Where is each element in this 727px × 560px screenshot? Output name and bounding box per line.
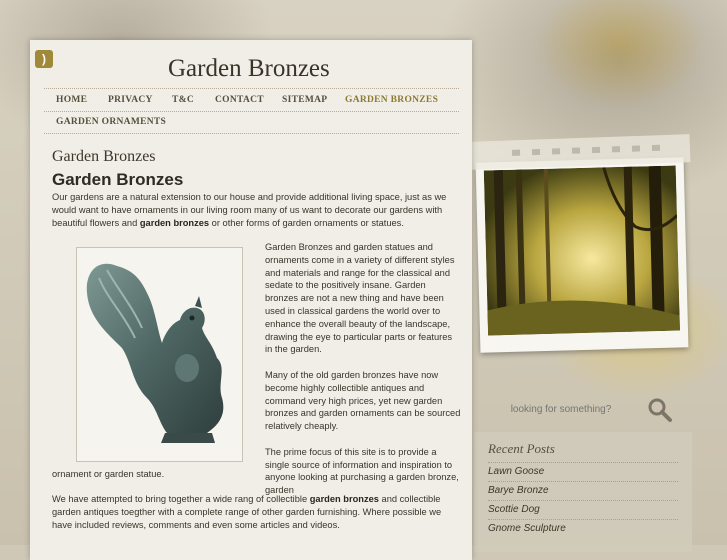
rss-icon[interactable]: ) [35, 50, 53, 68]
keyword-link: garden bronzes [139, 218, 210, 228]
article-paragraph: Garden Bronzes and garden statues and or… [265, 242, 455, 355]
search-form [474, 392, 684, 428]
post-title[interactable]: Garden Bronzes [52, 170, 183, 190]
nav-tc[interactable]: T&C [172, 95, 194, 105]
nav-contact[interactable]: CONTACT [215, 95, 264, 105]
intro-text: or other forms of garden ornaments or st… [209, 218, 404, 228]
nav-sitemap[interactable]: SITEMAP [282, 95, 327, 105]
article-paragraph: Many of the old garden bronzes have now … [265, 369, 461, 432]
intro-paragraph: Our gardens are a natural extension to o… [52, 191, 457, 230]
magnifier-icon[interactable] [646, 396, 674, 424]
recent-posts-title: Recent Posts [488, 441, 555, 456]
nav-divider [44, 111, 459, 112]
recent-post-link[interactable]: Scottie Dog [488, 500, 678, 519]
squirrel-image [76, 247, 243, 462]
recent-posts-list: Lawn Goose Barye Bronze Scottie Dog Gnom… [488, 462, 678, 538]
recent-post-link[interactable]: Lawn Goose [488, 462, 678, 481]
site-title[interactable]: Garden Bronzes [168, 55, 330, 83]
nav-garden-ornaments[interactable]: GARDEN ORNAMENTS [56, 117, 166, 127]
article-paragraph-continued: ornament or garden statue. [52, 469, 165, 479]
page-heading: Garden Bronzes [52, 148, 156, 165]
keyword-link: garden bronzes [309, 494, 379, 504]
nav-privacy[interactable]: PRIVACY [108, 95, 153, 105]
squirrel-statue-illustration [86, 263, 224, 443]
collection-text: We have attempted to bring together a wi… [52, 494, 310, 504]
nav-garden-bronzes[interactable]: GARDEN BRONZES [345, 95, 438, 105]
forest-photo [483, 165, 681, 336]
nav-divider [44, 133, 459, 134]
header-photo-card [475, 157, 689, 353]
main-navigation: HOME PRIVACY T&C CONTACT SITEMAP GARDEN … [44, 88, 459, 134]
recent-post-link[interactable]: Gnome Sculpture [488, 519, 678, 538]
search-input[interactable] [474, 396, 648, 422]
recent-post-link[interactable]: Barye Bronze [488, 481, 678, 500]
collection-paragraph: We have attempted to bring together a wi… [52, 493, 457, 532]
nav-home[interactable]: HOME [56, 95, 87, 105]
